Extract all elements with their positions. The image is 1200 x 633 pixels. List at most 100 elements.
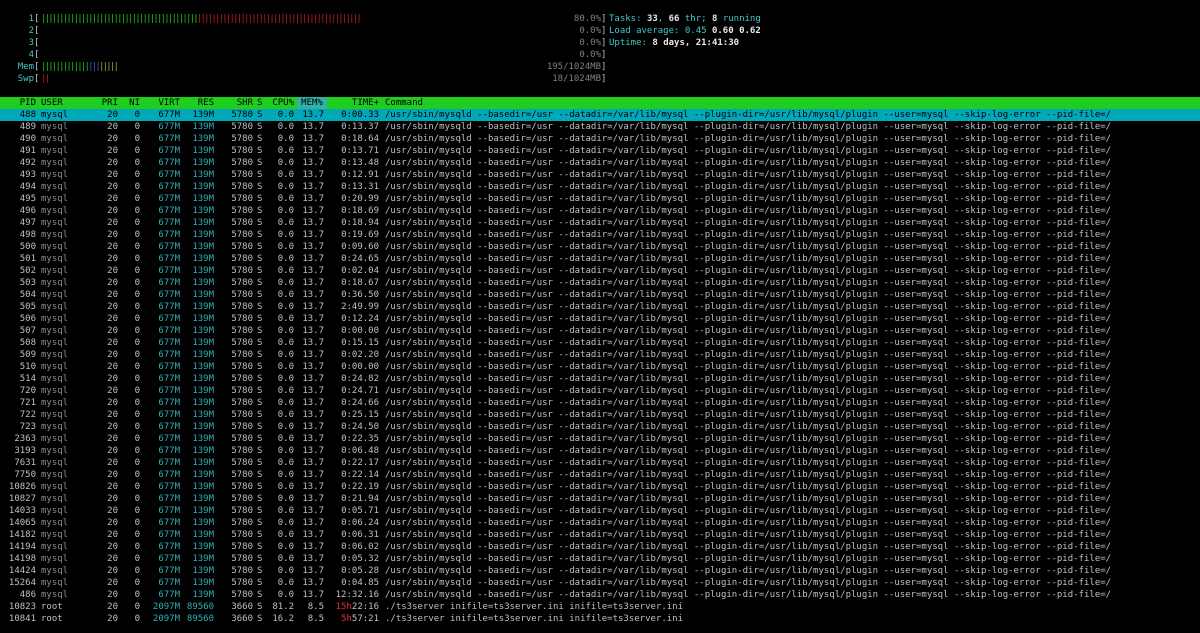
cell-time: 0:18.69: [331, 205, 379, 217]
process-row[interactable]: 500 mysql 20 0 677M 139M 5780 S 0.0 13.7 0:09.60/u…: [0, 241, 1200, 253]
cell-user: mysql: [41, 482, 69, 492]
process-row[interactable]: 496 mysql 20 0 677M 139M 5780 S 0.0 13.7 0:18.69/u…: [0, 205, 1200, 217]
cell-pid: 14424: [8, 566, 36, 576]
process-row-selected[interactable]: 488 mysql 20 0 677M 139M 5780 S 0.0 13.7 0:00.33/u…: [0, 109, 1200, 121]
cell-ni: 0: [134, 566, 140, 576]
process-row[interactable]: 10841 root 20 0 2097M 89560 3660 S 16.2 8.5 5h57:2…: [0, 613, 1200, 625]
cell-s: S: [257, 110, 263, 120]
process-row[interactable]: 494 mysql 20 0 677M 139M 5780 S 0.0 13.7 0:13.31/u…: [0, 181, 1200, 193]
process-row[interactable]: 505 mysql 20 0 677M 139M 5780 S 0.0 13.7 2:49.99/u…: [0, 301, 1200, 313]
cell-mem: 13.7: [302, 362, 324, 372]
column-ni[interactable]: NI: [124, 97, 140, 109]
column-state[interactable]: S: [257, 97, 262, 109]
process-row[interactable]: 493 mysql 20 0 677M 139M 5780 S 0.0 13.7 0:12.91/u…: [0, 169, 1200, 181]
cell-shr: 5780: [231, 182, 253, 192]
process-row[interactable]: 14033 mysql 20 0 677M 139M 5780 S 0.0 13.7 0:05.71…: [0, 505, 1200, 517]
column-user[interactable]: USER: [41, 97, 63, 109]
process-row[interactable]: 507 mysql 20 0 677M 139M 5780 S 0.0 13.7 0:00.00/u…: [0, 325, 1200, 337]
process-row[interactable]: 3193 mysql 20 0 677M 139M 5780 S 0.0 13.7 0:06.48 /…: [0, 445, 1200, 457]
column-pri[interactable]: PRI: [92, 97, 118, 109]
process-row[interactable]: 492 mysql 20 0 677M 139M 5780 S 0.0 13.7 0:13.48/u…: [0, 157, 1200, 169]
process-row[interactable]: 490 mysql 20 0 677M 139M 5780 S 0.0 13.7 0:18.64/u…: [0, 133, 1200, 145]
cell-s: S: [257, 350, 263, 360]
cell-shr: 5780: [231, 362, 253, 372]
cell-command: /usr/sbin/mysqld --basedir=/usr --datadi…: [385, 170, 1112, 180]
process-row[interactable]: 15264 mysql 20 0 677M 139M 5780 S 0.0 13.7 0:04.85…: [0, 577, 1200, 589]
cell-pri: 20: [107, 242, 118, 252]
process-row[interactable]: 10826 mysql 20 0 677M 139M 5780 S 0.0 13.7 0:22.19…: [0, 481, 1200, 493]
cell-shr: 5780: [231, 434, 253, 444]
process-row[interactable]: 10827 mysql 20 0 677M 139M 5780 S 0.0 13.7 0:21.94…: [0, 493, 1200, 505]
process-row[interactable]: 2363 mysql 20 0 677M 139M 5780 S 0.0 13.7 0:22.35 /…: [0, 433, 1200, 445]
process-row[interactable]: 498 mysql 20 0 677M 139M 5780 S 0.0 13.7 0:19.69/u…: [0, 229, 1200, 241]
process-row[interactable]: 501 mysql 20 0 677M 139M 5780 S 0.0 13.7 0:24.65/u…: [0, 253, 1200, 265]
cell-cpu: 81.2: [272, 602, 294, 612]
cell-time: 0:06.24: [331, 517, 379, 529]
cell-shr: 5780: [231, 422, 253, 432]
column-command[interactable]: Command: [385, 97, 423, 109]
cell-command: /usr/sbin/mysqld --basedir=/usr --datadi…: [385, 194, 1112, 204]
process-row[interactable]: 722 mysql 20 0 677M 139M 5780 S 0.0 13.7 0:25.15/u…: [0, 409, 1200, 421]
process-row[interactable]: 14198 mysql 20 0 677M 139M 5780 S 0.0 13.7 0:05.32…: [0, 553, 1200, 565]
process-row[interactable]: 7750 mysql 20 0 677M 139M 5780 S 0.0 13.7 0:22.14 /…: [0, 469, 1200, 481]
column-virt[interactable]: VIRT: [146, 97, 180, 109]
column-res[interactable]: RES: [186, 97, 214, 109]
cell-cpu: 0.0: [277, 134, 294, 144]
process-row[interactable]: 14182 mysql 20 0 677M 139M 5780 S 0.0 13.7 0:06.31…: [0, 529, 1200, 541]
cell-virt: 677M: [158, 146, 180, 156]
process-row[interactable]: 721 mysql 20 0 677M 139M 5780 S 0.0 13.7 0:24.66/u…: [0, 397, 1200, 409]
process-row[interactable]: 723 mysql 20 0 677M 139M 5780 S 0.0 13.7 0:24.50/u…: [0, 421, 1200, 433]
cell-user: mysql: [41, 362, 69, 372]
process-row[interactable]: 486 mysql 20 0 677M 139M 5780 S 0.0 13.7 12:32.16 /…: [0, 589, 1200, 601]
process-row[interactable]: 720 mysql 20 0 677M 139M 5780 S 0.0 13.7 0:24.71/u…: [0, 385, 1200, 397]
cell-pri: 20: [107, 434, 118, 444]
cell-ni: 0: [134, 446, 140, 456]
cell-command: /usr/sbin/mysqld --basedir=/usr --datadi…: [385, 218, 1112, 228]
column-shr[interactable]: SHR: [221, 97, 253, 109]
process-row[interactable]: 7631 mysql 20 0 677M 139M 5780 S 0.0 13.7 0:22.17 /…: [0, 457, 1200, 469]
process-row[interactable]: 10823 root 20 0 2097M 89560 3660 S 81.2 8.5 15h22:…: [0, 601, 1200, 613]
process-row[interactable]: 489 mysql 20 0 677M 139M 5780 S 0.0 13.7 0:13.37/u…: [0, 121, 1200, 133]
process-row[interactable]: 508 mysql 20 0 677M 139M 5780 S 0.0 13.7 0:15.15/u…: [0, 337, 1200, 349]
cell-pid: 503: [19, 278, 36, 288]
cell-pri: 20: [107, 218, 118, 228]
cell-res: 139M: [192, 254, 214, 264]
meter-value: 18/1024MB: [552, 74, 601, 84]
cell-shr: 5780: [231, 446, 253, 456]
cell-ni: 0: [134, 194, 140, 204]
cell-command: /usr/sbin/mysqld --basedir=/usr --datadi…: [385, 482, 1112, 492]
cell-mem: 13.7: [302, 218, 324, 228]
process-row[interactable]: 503 mysql 20 0 677M 139M 5780 S 0.0 13.7 0:18.67/u…: [0, 277, 1200, 289]
cell-s: S: [257, 482, 263, 492]
column-time[interactable]: TIME+: [331, 97, 379, 109]
cell-time-value: 57:21: [351, 614, 379, 624]
process-row[interactable]: 514 mysql 20 0 677M 139M 5780 S 0.0 13.7 0:24.82/u…: [0, 373, 1200, 385]
cell-pid: 14194: [8, 542, 36, 552]
process-row[interactable]: 14424 mysql 20 0 677M 139M 5780 S 0.0 13.7 0:05.28…: [0, 565, 1200, 577]
process-row[interactable]: 491 mysql 20 0 677M 139M 5780 S 0.0 13.7 0:13.71/u…: [0, 145, 1200, 157]
cell-virt: 677M: [158, 110, 180, 120]
process-row[interactable]: 506 mysql 20 0 677M 139M 5780 S 0.0 13.7 0:12.24/u…: [0, 313, 1200, 325]
column-mem-sorted[interactable]: MEM%: [297, 97, 327, 109]
process-row[interactable]: 509 mysql 20 0 677M 139M 5780 S 0.0 13.7 0:02.20/u…: [0, 349, 1200, 361]
process-row[interactable]: 495 mysql 20 0 677M 139M 5780 S 0.0 13.7 0:20.99/u…: [0, 193, 1200, 205]
cell-res: 139M: [192, 566, 214, 576]
cell-virt: 677M: [158, 314, 180, 324]
cell-time-value: 0:12.91: [341, 170, 379, 180]
process-row[interactable]: 504 mysql 20 0 677M 139M 5780 S 0.0 13.7 0:36.50/u…: [0, 289, 1200, 301]
cell-time-value: 0:12.24: [341, 314, 379, 324]
cell-time: 0:06.31: [331, 529, 379, 541]
process-row[interactable]: 14065 mysql 20 0 677M 139M 5780 S 0.0 13.7 0:06.24…: [0, 517, 1200, 529]
cell-shr: 5780: [231, 110, 253, 120]
process-row[interactable]: 14194 mysql 20 0 677M 139M 5780 S 0.0 13.7 0:06.02…: [0, 541, 1200, 553]
column-cpu[interactable]: CPU%: [268, 97, 294, 109]
process-row[interactable]: 510 mysql 20 0 677M 139M 5780 S 0.0 13.7 0:00.00/u…: [0, 361, 1200, 373]
column-pid[interactable]: PID: [0, 97, 36, 109]
process-row[interactable]: 497 mysql 20 0 677M 139M 5780 S 0.0 13.7 0:18.94/u…: [0, 217, 1200, 229]
cell-shr: 5780: [231, 566, 253, 576]
cell-shr: 5780: [231, 302, 253, 312]
cell-shr: 5780: [231, 134, 253, 144]
cell-mem: 13.7: [302, 482, 324, 492]
cell-cpu: 0.0: [277, 278, 294, 288]
process-row[interactable]: 502 mysql 20 0 677M 139M 5780 S 0.0 13.7 0:02.04/u…: [0, 265, 1200, 277]
